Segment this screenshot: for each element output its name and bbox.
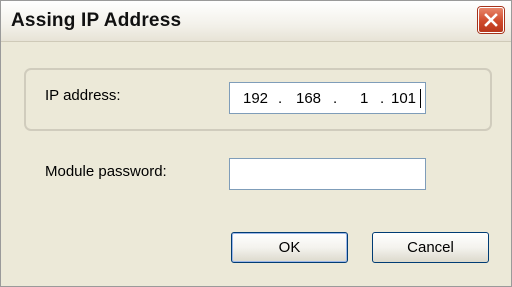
ok-button[interactable]: OK [231,232,348,263]
ip-octet-3[interactable]: 1 [360,90,368,107]
ip-address-field[interactable]: 192 . 168 . 1 . 101 [229,82,426,114]
close-button[interactable] [478,7,504,33]
cancel-button[interactable]: Cancel [372,232,489,263]
text-caret [420,89,421,108]
ip-address-label: IP address: [45,87,121,104]
module-password-label: Module password: [45,163,167,180]
ip-dot-2: . [333,90,338,107]
ip-octet-2[interactable]: 168 [296,90,321,107]
close-icon [484,13,498,27]
ip-octet-1[interactable]: 192 [243,90,268,107]
ip-dot-1: . [278,90,283,107]
dialog-title: Assing IP Address [11,10,182,31]
title-bar[interactable]: Assing IP Address [1,1,511,42]
ip-octet-4[interactable]: 101 [391,90,416,107]
ip-dot-3: . [380,90,385,107]
dialog-window: Assing IP Address IP address: 192 . 168 … [0,0,512,287]
module-password-field[interactable] [229,158,426,190]
